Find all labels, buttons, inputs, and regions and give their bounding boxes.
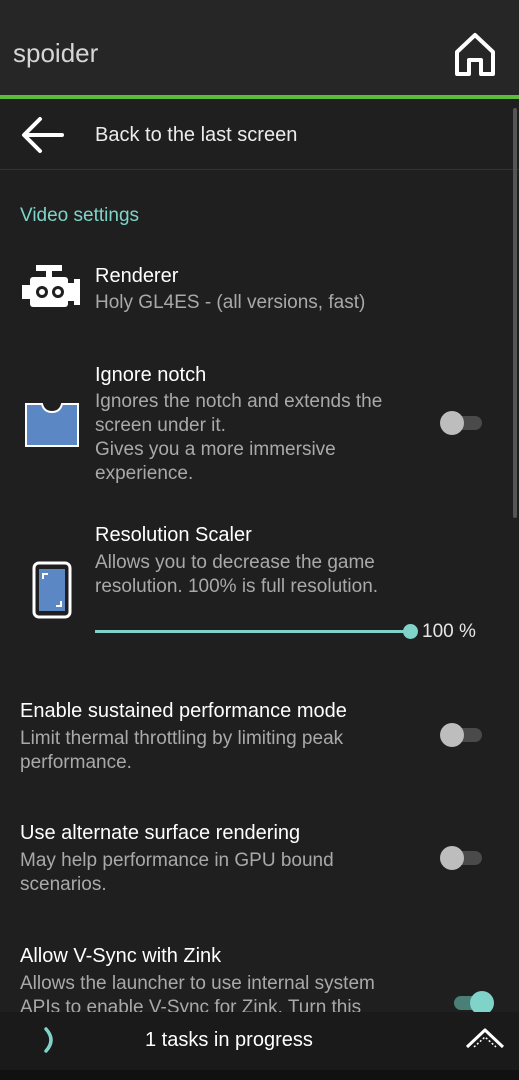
alternate-surface-toggle[interactable]	[440, 845, 484, 870]
top-app-bar: spoider	[0, 0, 519, 95]
back-label: Back to the last screen	[95, 124, 298, 146]
home-icon[interactable]	[453, 30, 497, 78]
back-arrow-icon	[22, 117, 64, 153]
sustained-desc-line1: Limit thermal throttling by limiting pea…	[20, 728, 344, 749]
scaler-desc-line1: Allows you to decrease the game	[95, 552, 375, 573]
slider-thumb[interactable]	[403, 624, 418, 639]
renderer-value: Holy GL4ES - (all versions, fast)	[95, 292, 366, 313]
sustained-title: Enable sustained performance mode	[20, 700, 347, 722]
surface-desc-line2: scenarios.	[20, 874, 107, 895]
ignore-notch-toggle[interactable]	[440, 410, 484, 435]
toggle-thumb	[440, 411, 464, 435]
task-status-text: 1 tasks in progress	[145, 1029, 313, 1051]
toggle-thumb	[440, 846, 464, 870]
notch-desc-line2: screen under it.	[95, 415, 226, 436]
slider-value-label: 100 %	[422, 621, 476, 642]
scaler-title: Resolution Scaler	[95, 524, 252, 546]
notch-desc-line1: Ignores the notch and extends the	[95, 391, 383, 412]
vsync-zink-toggle[interactable]	[450, 990, 494, 1015]
sustained-desc-line2: performance.	[20, 752, 132, 773]
notch-phone-icon	[25, 403, 79, 447]
notch-title: Ignore notch	[95, 364, 207, 386]
scrollbar[interactable]	[513, 108, 517, 518]
toggle-thumb	[440, 723, 464, 747]
section-title: Video settings	[20, 205, 140, 226]
surface-desc-line1: May help performance in GPU bound	[20, 850, 334, 871]
vsync-desc-line1: Allows the launcher to use internal syst…	[20, 973, 375, 994]
renderer-title: Renderer	[95, 265, 179, 287]
notch-desc-line4: experience.	[95, 463, 194, 484]
system-nav-bar	[0, 1070, 519, 1080]
slider-track	[95, 630, 410, 633]
loading-spinner-icon	[44, 1027, 53, 1053]
back-button[interactable]: Back to the last screen	[0, 99, 519, 170]
chevron-up-icon[interactable]	[464, 1026, 506, 1050]
scaler-desc-line2: resolution. 100% is full resolution.	[95, 576, 379, 597]
resolution-slider[interactable]	[95, 624, 418, 650]
task-progress-bar: 1 tasks in progress	[0, 1012, 519, 1070]
resize-phone-icon	[32, 561, 72, 619]
app-title: spoider	[13, 38, 99, 68]
engine-icon	[22, 265, 80, 307]
vsync-title: Allow V-Sync with Zink	[20, 945, 222, 967]
surface-title: Use alternate surface rendering	[20, 822, 301, 844]
sustained-performance-toggle[interactable]	[440, 722, 484, 747]
notch-desc-line3: Gives you a more immersive	[95, 439, 336, 460]
